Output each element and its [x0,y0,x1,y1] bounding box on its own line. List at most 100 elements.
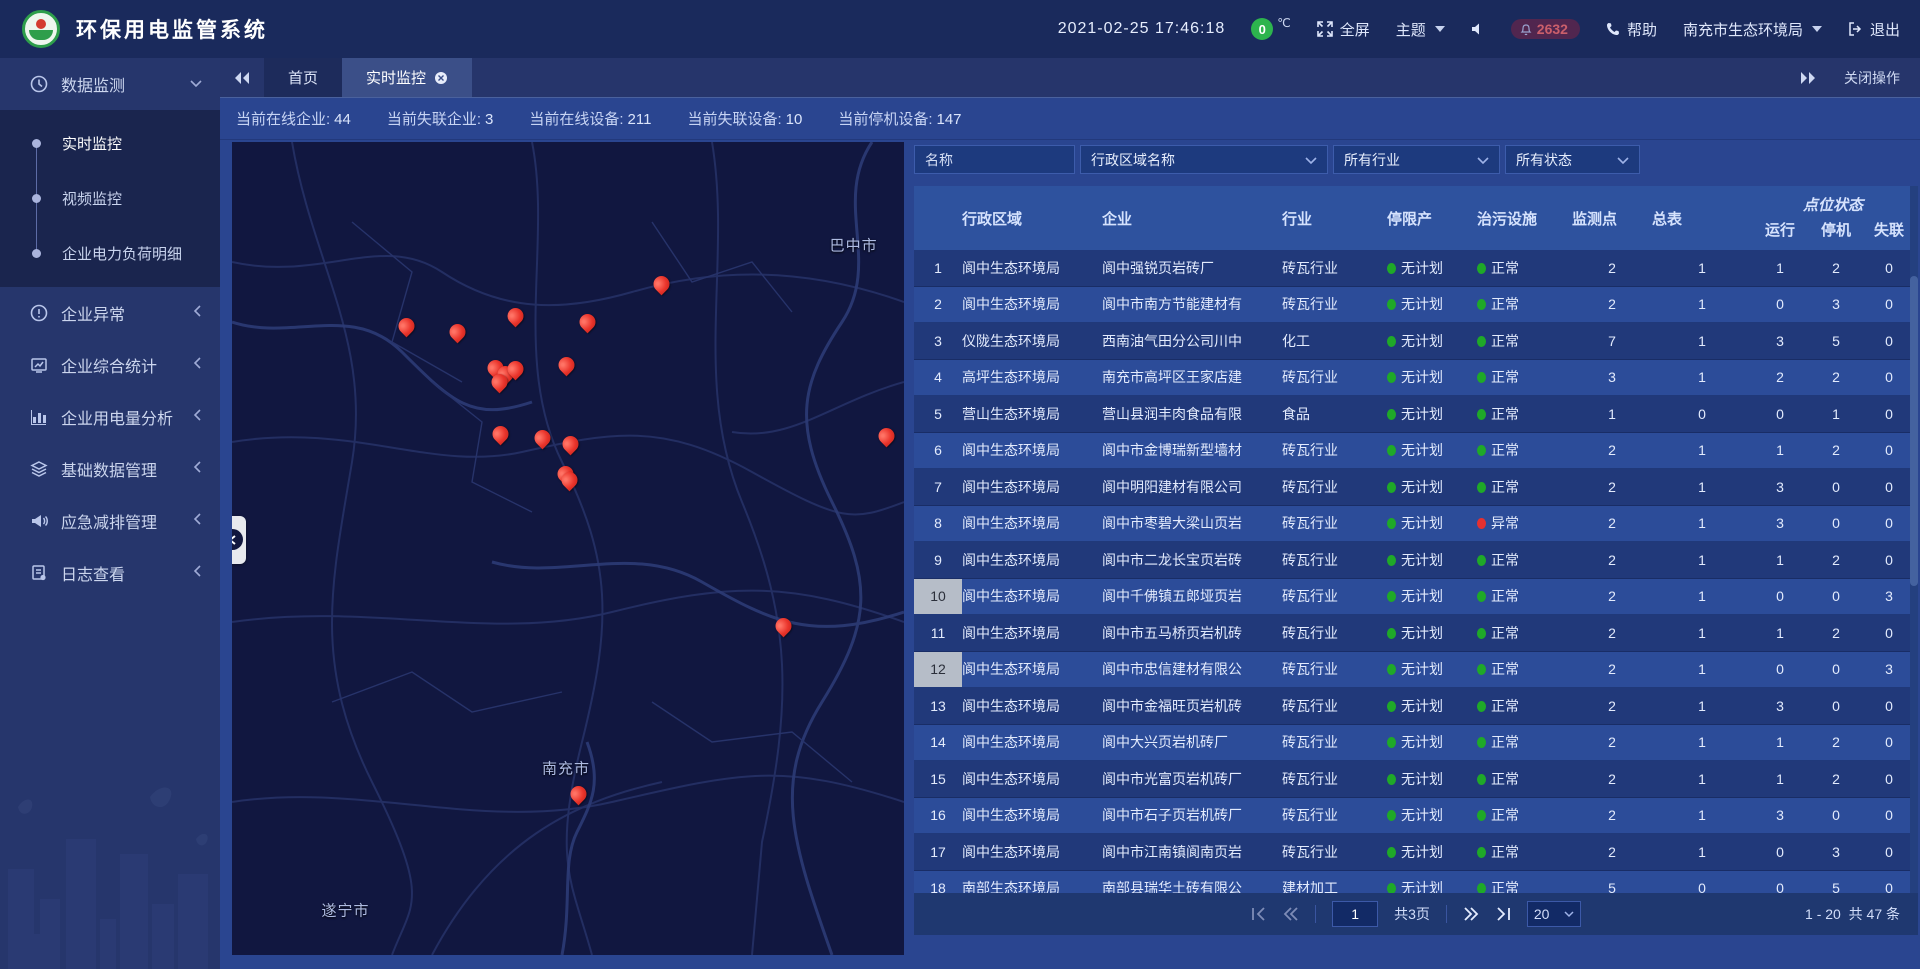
table-row[interactable]: 12阆中生态环境局阆中市忠信建材有限公砖瓦行业无计划正常21003 [914,652,1918,689]
tabs-scroll-right-button[interactable] [1800,71,1816,85]
sidebar-item-应急减排管理[interactable]: 应急减排管理 [0,495,220,547]
table-row[interactable]: 6阆中生态环境局阆中市金博瑞新型墙材砖瓦行业无计划正常21120 [914,433,1918,470]
cell-halt-count: 2 [1808,260,1864,276]
table-scrollbar[interactable] [1910,186,1918,893]
cell-treatment-status: 正常 [1477,440,1572,460]
status-dot-green [1387,336,1396,347]
sidebar-item-label: 企业用电量分析 [61,405,173,429]
cell-stop-status: 无计划 [1387,732,1477,752]
pin-shape [490,422,513,445]
table-row[interactable]: 10阆中生态环境局阆中千佛镇五郎垭页岩砖瓦行业无计划正常21003 [914,579,1918,616]
map-pin[interactable] [507,308,524,325]
notification-badge[interactable]: 2632 [1511,19,1580,39]
cell-total-meters: 1 [1652,734,1752,750]
cell-company: 阆中市二龙长宝页岩砖 [1102,550,1282,570]
table-row[interactable]: 2阆中生态环境局阆中市南方节能建材有砖瓦行业无计划正常21030 [914,287,1918,324]
map-pin[interactable] [570,786,587,803]
industry-filter-select[interactable]: 所有行业 [1333,145,1500,174]
cell-region: 阆中生态环境局 [962,769,1102,789]
page-number-input[interactable] [1332,901,1378,927]
map-pin[interactable] [492,374,509,391]
tab-close-icon[interactable] [434,71,448,85]
close-operations-button[interactable]: 关闭操作 [1844,68,1900,88]
status-filter-select[interactable]: 所有状态 [1505,145,1640,174]
map-pin[interactable] [535,430,552,447]
name-filter-field[interactable] [914,145,1075,174]
table-row[interactable]: 17阆中生态环境局阆中市江南镇阆南页岩砖瓦行业无计划正常21030 [914,834,1918,871]
map-pin[interactable] [493,426,510,443]
map-collapse-button[interactable] [232,516,246,564]
map-panel[interactable]: 巴中市南充市遂宁市 [232,142,904,955]
table-row[interactable]: 8阆中生态环境局阆中市枣碧大梁山页岩砖瓦行业无计划异常21300 [914,506,1918,543]
table-row[interactable]: 16阆中生态环境局阆中市石子页岩机砖厂砖瓦行业无计划正常21300 [914,798,1918,835]
sidebar-item-企业综合统计[interactable]: 企业综合统计 [0,339,220,391]
cell-total-meters: 0 [1652,406,1752,422]
tab-首页[interactable]: 首页 [264,58,342,97]
table-row[interactable]: 15阆中生态环境局阆中市光富页岩机砖厂砖瓦行业无计划正常21120 [914,761,1918,798]
map-pin[interactable] [450,324,467,341]
status-filter-value: 所有状态 [1516,150,1572,170]
page-size-select[interactable]: 20 [1527,901,1581,927]
cell-stop-status: 无计划 [1387,659,1477,679]
cell-lost-count: 0 [1864,807,1914,823]
sidebar-item-企业用电量分析[interactable]: 企业用电量分析 [0,391,220,443]
table-row[interactable]: 18南部生态环境局南部县瑞华土砖有限公建材加工无计划正常50050 [914,871,1918,894]
sidebar-item-基础数据管理[interactable]: 基础数据管理 [0,443,220,495]
logout-button[interactable]: 退出 [1848,19,1900,40]
status-dot-green [1387,847,1396,858]
table-row[interactable]: 3仪陇生态环境局西南油气田分公司川中化工无计划正常71350 [914,323,1918,360]
pin-shape [576,310,599,333]
table-row[interactable]: 4高坪生态环境局南充市高坪区王家店建砖瓦行业无计划正常31220 [914,360,1918,397]
table-row[interactable]: 13阆中生态环境局阆中市金福旺页岩机砖砖瓦行业无计划正常21300 [914,688,1918,725]
sidebar-item-数据监测[interactable]: 数据监测 [0,58,220,110]
cell-run-count: 1 [1752,625,1808,641]
next-page-button[interactable] [1463,907,1479,921]
cell-stop-status: 无计划 [1387,878,1477,893]
region-filter-select[interactable]: 行政区域名称 [1080,145,1328,174]
map-pin[interactable] [580,314,597,331]
table-row[interactable]: 7阆中生态环境局阆中明阳建材有限公司砖瓦行业无计划正常21300 [914,469,1918,506]
tab-实时监控[interactable]: 实时监控 [342,58,472,97]
map-pin[interactable] [398,318,415,335]
name-filter-input[interactable] [925,152,1064,168]
cell-halt-count: 0 [1808,807,1864,823]
map-city-label: 南充市 [542,758,590,779]
tab-bar: 首页 实时监控 关闭操作 [220,58,1920,98]
sidebar-item-日志查看[interactable]: 日志查看 [0,547,220,599]
first-page-button[interactable] [1251,907,1267,921]
map-pin[interactable] [562,472,579,489]
cell-treatment-status: 正常 [1477,477,1572,497]
map-pin[interactable] [507,361,524,378]
cell-stop-status: 无计划 [1387,550,1477,570]
theme-dropdown[interactable]: 主题 [1396,19,1445,40]
sidebar-subitem-实时监控[interactable]: 实时监控 [0,116,220,171]
prev-page-button[interactable] [1283,907,1299,921]
status-dot-green [1477,263,1486,274]
map-pin[interactable] [559,357,576,374]
tab-label: 首页 [288,67,318,88]
sidebar-subitem-视频监控[interactable]: 视频监控 [0,171,220,226]
cell-run-count: 1 [1752,442,1808,458]
tabs-scroll-left-button[interactable] [220,58,264,97]
org-dropdown[interactable]: 南充市生态环境局 [1683,19,1822,40]
table-row[interactable]: 5营山生态环境局营山县润丰肉食品有限食品无计划正常10010 [914,396,1918,433]
table-row[interactable]: 1阆中生态环境局阆中强锐页岩砖厂砖瓦行业无计划正常21120 [914,250,1918,287]
map-pin[interactable] [654,276,671,293]
status-dot-green [1477,372,1486,383]
sidebar-subitem-企业电力负荷明细[interactable]: 企业电力负荷明细 [0,226,220,281]
last-page-button[interactable] [1495,907,1511,921]
cell-region: 阆中生态环境局 [962,842,1102,862]
cell-region: 阆中生态环境局 [962,477,1102,497]
cell-region: 阆中生态环境局 [962,623,1102,643]
table-row[interactable]: 9阆中生态环境局阆中市二龙长宝页岩砖砖瓦行业无计划正常21120 [914,542,1918,579]
map-pin[interactable] [776,618,793,635]
table-scrollbar-thumb[interactable] [1910,276,1918,586]
map-pin[interactable] [879,428,896,445]
map-pin[interactable] [562,436,579,453]
sidebar-item-企业异常[interactable]: 企业异常 [0,287,220,339]
fullscreen-button[interactable]: 全屏 [1317,19,1370,40]
table-row[interactable]: 11阆中生态环境局阆中市五马桥页岩机砖砖瓦行业无计划正常21120 [914,615,1918,652]
help-button[interactable]: 帮助 [1606,19,1657,40]
table-row[interactable]: 14阆中生态环境局阆中大兴页岩机砖厂砖瓦行业无计划正常21120 [914,725,1918,762]
mute-button[interactable] [1471,22,1485,36]
